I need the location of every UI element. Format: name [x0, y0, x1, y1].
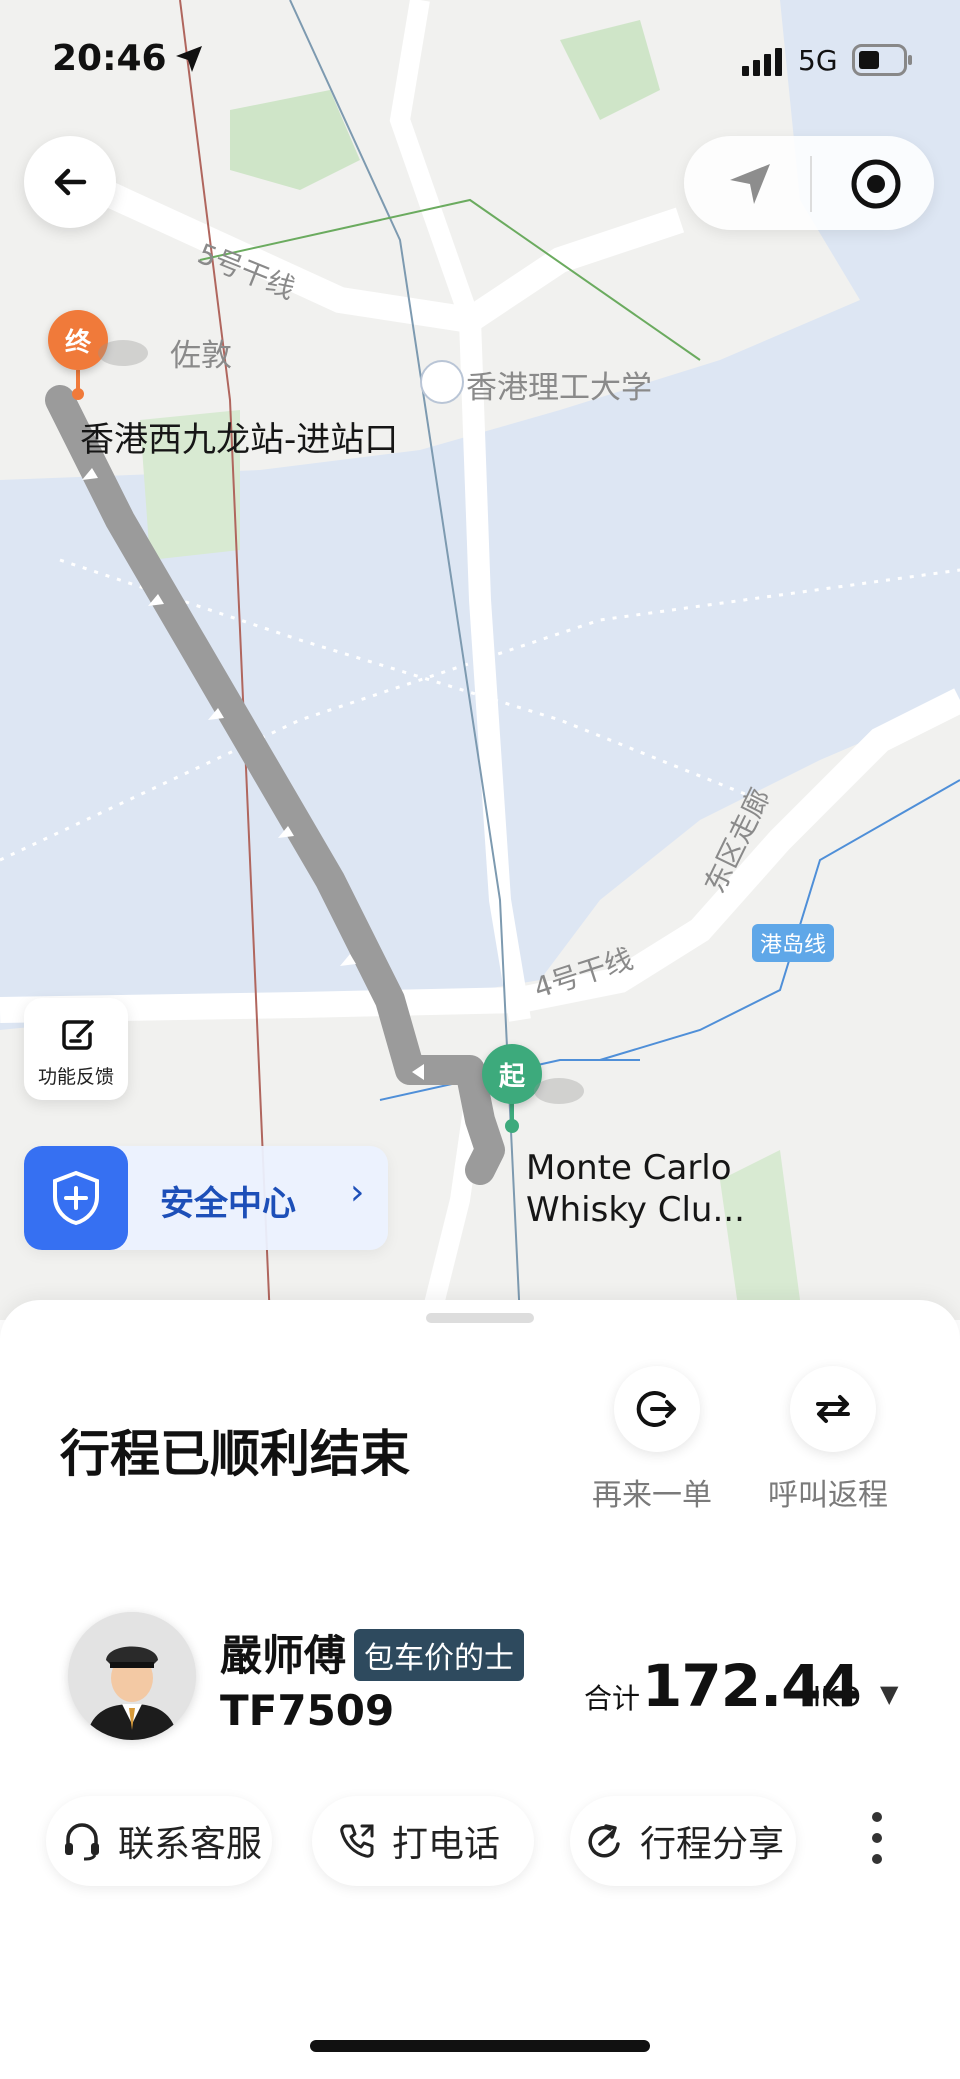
return-trip-icon	[816, 1395, 850, 1423]
driver-avatar-icon	[68, 1612, 196, 1740]
start-marker-label: 起	[498, 1061, 525, 1092]
reorder-icon	[636, 1391, 676, 1427]
feedback-label: 功能反馈	[37, 1066, 114, 1088]
reorder-button[interactable]	[614, 1366, 700, 1452]
location-arrow-icon	[176, 46, 202, 72]
headset-icon	[65, 1823, 99, 1861]
battery-icon	[852, 44, 912, 76]
return-trip-circle	[790, 1366, 876, 1452]
end-marker-shadow	[98, 340, 148, 366]
fare-type-badge: 包车价的士	[354, 1629, 524, 1681]
status-time: 20:46	[52, 38, 167, 79]
fare-currency: HKD	[800, 1680, 861, 1713]
more-options-icon[interactable]	[864, 1812, 890, 1872]
home-indicator[interactable]	[310, 2040, 650, 2052]
map-label-zuodun: 佐敦	[170, 338, 232, 374]
call-driver-label: 打电话	[392, 1824, 501, 1865]
map-label-destination: 香港西九龙站-进站口	[80, 420, 399, 460]
trip-status-title: 行程已顺利结束	[60, 1425, 410, 1483]
map-label-university: 香港理工大学	[466, 370, 652, 406]
driver-avatar	[68, 1612, 196, 1740]
shield-icon	[53, 1170, 99, 1226]
signal-icon	[742, 48, 782, 76]
fare-details-caret-icon[interactable]: ▼	[880, 1680, 898, 1708]
map-label-line-island: 港岛线	[752, 924, 835, 962]
map-label-origin-line1: Monte Carlo	[526, 1148, 732, 1188]
start-marker-shadow	[534, 1078, 584, 1104]
safety-center-button[interactable]: 安全中心 ›	[24, 1146, 388, 1250]
share-trip-label: 行程分享	[640, 1824, 785, 1865]
contact-support-label: 联系客服	[118, 1824, 263, 1865]
end-marker[interactable]: 终	[48, 310, 108, 370]
target-icon	[851, 159, 901, 209]
start-marker[interactable]: 起	[482, 1044, 542, 1104]
map-label-origin-line2: Whisky Clu...	[526, 1190, 745, 1230]
share-trip-button[interactable]: 行程分享	[570, 1796, 796, 1886]
locate-me-button[interactable]	[836, 146, 916, 222]
chevron-right-icon: ›	[350, 1172, 365, 1213]
control-divider	[810, 156, 812, 212]
edit-note-icon	[62, 1020, 94, 1050]
driver-name: 嚴师傅	[220, 1631, 347, 1680]
network-type: 5G	[798, 44, 838, 77]
call-driver-button[interactable]: 打电话	[312, 1796, 534, 1886]
back-button[interactable]	[24, 136, 116, 228]
university-icon	[420, 360, 464, 404]
safety-center-label: 安全中心	[160, 1184, 296, 1224]
phone-icon	[340, 1824, 374, 1858]
back-arrow-icon	[54, 168, 87, 196]
end-marker-label: 终	[64, 327, 91, 358]
reorder-label: 再来一单	[592, 1478, 712, 1513]
share-icon	[588, 1824, 620, 1858]
license-plate: TF7509	[220, 1686, 395, 1735]
navigation-arrow-icon	[730, 164, 770, 204]
safety-icon-box	[24, 1146, 128, 1250]
reorder-circle	[614, 1366, 700, 1452]
sheet-grabber[interactable]	[426, 1313, 534, 1323]
feedback-button[interactable]: 功能反馈	[24, 998, 128, 1100]
return-trip-label: 呼叫返程	[768, 1478, 888, 1513]
navigate-button[interactable]	[710, 146, 790, 222]
contact-support-button[interactable]: 联系客服	[46, 1796, 272, 1886]
fare-total-label: 合计	[584, 1682, 641, 1715]
return-trip-button[interactable]	[790, 1366, 876, 1452]
